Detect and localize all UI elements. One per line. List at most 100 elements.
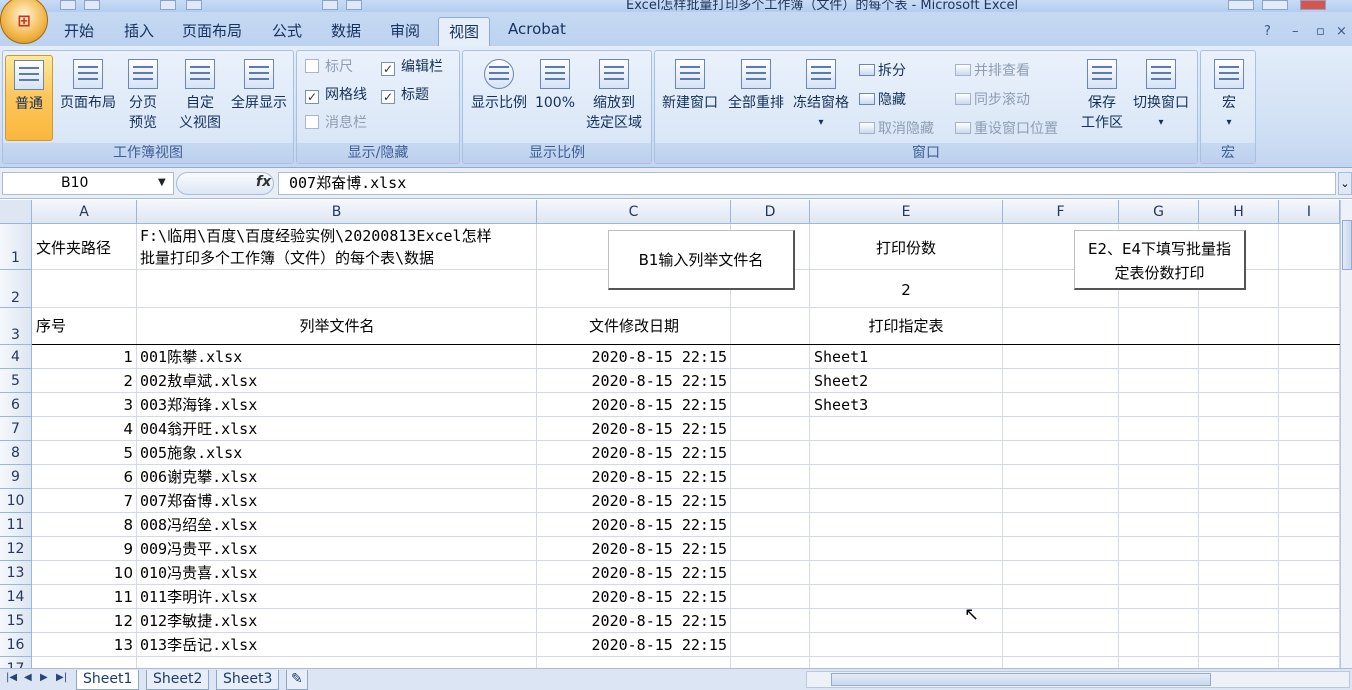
save-workspace-button[interactable]: 保存 工作区: [1075, 55, 1129, 133]
cell-modified-date[interactable]: 2020-8-15 22:15: [537, 633, 727, 657]
ribbon-minimize-icon[interactable]: –: [1292, 24, 1299, 39]
cell-file-name[interactable]: 011李明许.xlsx: [140, 585, 257, 609]
headings-checkbox[interactable]: ✓ 标题: [381, 85, 429, 105]
row-header-6[interactable]: 6: [0, 393, 32, 417]
cell-B1-line2[interactable]: 批量打印多个工作簿（文件）的每个表\数据: [140, 246, 434, 270]
prev-sheet-icon[interactable]: ◀: [24, 672, 32, 683]
tab-data[interactable]: 数据: [331, 20, 361, 41]
row-header-7[interactable]: 7: [0, 417, 32, 441]
sheet-tab-sheet1[interactable]: Sheet1: [76, 670, 140, 690]
page-break-preview-button[interactable]: 分页 预览: [121, 55, 165, 133]
cell-serial-no[interactable]: 8: [32, 513, 133, 537]
cell-B3[interactable]: 列举文件名: [137, 314, 537, 338]
macros-button[interactable]: 宏 ▾: [1207, 55, 1251, 133]
expand-formula-bar-icon[interactable]: ⌄: [1338, 172, 1352, 195]
cell-serial-no[interactable]: 6: [32, 465, 133, 489]
cell-serial-no[interactable]: 13: [32, 633, 133, 657]
vertical-scrollbar[interactable]: [1340, 200, 1352, 668]
column-header-F[interactable]: F: [1003, 200, 1119, 224]
new-icon[interactable]: [186, 0, 202, 10]
maximize-icon[interactable]: [1262, 0, 1288, 10]
column-header-G[interactable]: G: [1119, 200, 1199, 224]
cell-print-sheet[interactable]: Sheet1: [814, 345, 868, 369]
row-header-13[interactable]: 13: [0, 561, 32, 585]
list-files-button[interactable]: B1输入列举文件名: [608, 230, 795, 290]
side-by-side-button[interactable]: 并排查看: [955, 61, 1030, 81]
last-sheet-icon[interactable]: ▶|: [56, 672, 67, 683]
cell-E2[interactable]: 2: [810, 278, 1002, 302]
switch-windows-button[interactable]: 切换窗口 ▾: [1129, 55, 1193, 133]
cell-serial-no[interactable]: 1: [32, 345, 133, 369]
arrange-all-button[interactable]: 全部重排: [723, 55, 789, 113]
cell-file-name[interactable]: 006谢克攀.xlsx: [140, 465, 257, 489]
insert-function-icon[interactable]: fx: [256, 174, 271, 190]
cell-B1-line1[interactable]: F:\临用\百度\百度经验实例\20200813Excel怎样: [140, 224, 492, 248]
cell-modified-date[interactable]: 2020-8-15 22:15: [537, 513, 727, 537]
ruler-checkbox[interactable]: 标尺: [305, 57, 353, 77]
cell-serial-no[interactable]: 11: [32, 585, 133, 609]
cell-modified-date[interactable]: 2020-8-15 22:15: [537, 417, 727, 441]
cell-modified-date[interactable]: 2020-8-15 22:15: [537, 369, 727, 393]
cell-modified-date[interactable]: 2020-8-15 22:15: [537, 345, 727, 369]
unhide-button[interactable]: 取消隐藏: [859, 119, 934, 139]
cell-modified-date[interactable]: 2020-8-15 22:15: [537, 609, 727, 633]
gridlines-checkbox[interactable]: ✓ 网格线: [305, 85, 367, 105]
row-header-15[interactable]: 15: [0, 609, 32, 633]
sync-scroll-button[interactable]: 同步滚动: [955, 90, 1030, 110]
column-header-H[interactable]: H: [1199, 200, 1279, 224]
cell-serial-no[interactable]: 7: [32, 489, 133, 513]
message-bar-checkbox[interactable]: 消息栏: [305, 113, 367, 133]
cell-E3[interactable]: 打印指定表: [810, 314, 1002, 338]
page-layout-view-button[interactable]: 页面布局: [55, 55, 121, 113]
insert-sheet-icon[interactable]: ✎: [286, 670, 308, 690]
tab-view[interactable]: 视图: [438, 17, 491, 47]
cell-modified-date[interactable]: 2020-8-15 22:15: [537, 441, 727, 465]
split-button[interactable]: 拆分: [859, 61, 906, 81]
column-header-D[interactable]: D: [731, 200, 810, 224]
cell-serial-no[interactable]: 5: [32, 441, 133, 465]
cell-serial-no[interactable]: 4: [32, 417, 133, 441]
zoom-100-button[interactable]: 100%: [533, 55, 577, 113]
row-header-9[interactable]: 9: [0, 465, 32, 489]
worksheet-grid[interactable]: ABCDEFGHI 1234567891011121314151617 文件夹路…: [0, 200, 1340, 668]
cell-modified-date[interactable]: 2020-8-15 22:15: [537, 585, 727, 609]
cell-A3[interactable]: 序号: [36, 314, 66, 338]
reset-window-position-button[interactable]: 重设窗口位置: [955, 119, 1058, 139]
custom-views-button[interactable]: 自定 义视图: [173, 55, 227, 133]
cell-C3[interactable]: 文件修改日期: [537, 314, 731, 338]
print-icon[interactable]: [322, 0, 338, 10]
normal-view-button[interactable]: 普通: [5, 55, 53, 141]
ribbon-restore-icon[interactable]: ▫: [1316, 24, 1325, 39]
first-sheet-icon[interactable]: |◀: [6, 672, 17, 683]
tab-insert[interactable]: 插入: [124, 20, 154, 41]
fullscreen-button[interactable]: 全屏显示: [227, 55, 291, 113]
row-header-16[interactable]: 16: [0, 633, 32, 657]
cell-modified-date[interactable]: 2020-8-15 22:15: [537, 393, 727, 417]
sheet-tab-sheet3[interactable]: Sheet3: [216, 670, 280, 690]
quick-print-icon[interactable]: [346, 0, 362, 10]
cell-file-name[interactable]: 001陈攀.xlsx: [140, 345, 242, 369]
cell-E1[interactable]: 打印份数: [810, 236, 1002, 260]
help-icon[interactable]: ?: [1264, 24, 1271, 39]
cell-file-name[interactable]: 003郑海锋.xlsx: [140, 393, 257, 417]
horizontal-scroll-thumb[interactable]: [831, 673, 1211, 686]
select-all-corner[interactable]: [0, 200, 32, 224]
next-sheet-icon[interactable]: ▶: [40, 672, 48, 683]
cell-file-name[interactable]: 004翁开旺.xlsx: [140, 417, 257, 441]
row-header-10[interactable]: 10: [0, 489, 32, 513]
row-header-12[interactable]: 12: [0, 537, 32, 561]
save-icon[interactable]: [60, 0, 76, 10]
new-window-button[interactable]: 新建窗口: [657, 55, 723, 113]
row-header-5[interactable]: 5: [0, 369, 32, 393]
cell-file-name[interactable]: 005施象.xlsx: [140, 441, 242, 465]
hide-button[interactable]: 隐藏: [859, 90, 906, 110]
row-header-11[interactable]: 11: [0, 513, 32, 537]
cell-modified-date[interactable]: 2020-8-15 22:15: [537, 489, 727, 513]
name-box-dropdown-icon[interactable]: ▼: [158, 177, 166, 188]
sheet-tab-sheet2[interactable]: Sheet2: [146, 670, 210, 690]
cell-file-name[interactable]: 013李岳记.xlsx: [140, 633, 257, 657]
vertical-scroll-thumb[interactable]: [1342, 220, 1352, 270]
name-box[interactable]: B10: [2, 172, 174, 195]
cell-print-sheet[interactable]: Sheet3: [814, 393, 868, 417]
column-header-C[interactable]: C: [537, 200, 731, 224]
